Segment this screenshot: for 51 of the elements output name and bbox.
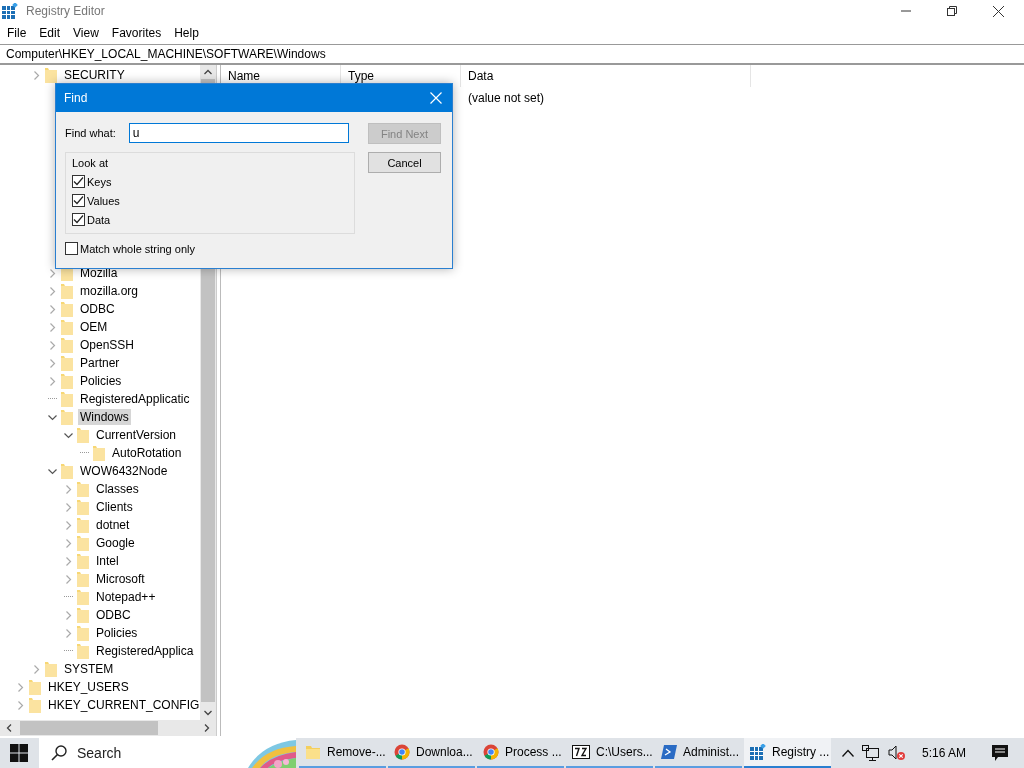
find-what-label: Find what: [65,127,116,139]
tree-item[interactable]: Clients [94,499,135,515]
tree-item[interactable]: mozilla.org [78,283,141,299]
tree-item[interactable]: Notepad++ [94,589,158,605]
menu-item[interactable]: File [7,26,27,40]
checkbox-label: Keys [87,175,112,188]
tree-item[interactable]: OpenSSH [78,337,137,353]
taskbar-button[interactable]: Registry ... [744,738,831,768]
taskbar-button[interactable]: C:\Users... [566,738,653,768]
find-what-field[interactable]: u [128,123,349,143]
tree-item[interactable]: CurrentVersion [94,427,179,443]
tree-item[interactable]: Windows [78,409,131,425]
tree-item[interactable]: RegisteredApplica [94,643,196,659]
tree-item[interactable]: Classes [94,481,141,497]
tree-item[interactable]: OEM [78,319,110,335]
search-field[interactable]: Search [39,738,296,768]
tree-item[interactable]: SYSTEM [62,661,116,677]
tree-item[interactable]: WOW6432Node [78,463,170,479]
menu-item[interactable]: View [73,26,99,40]
tree-item[interactable]: ODBC [94,607,133,623]
tree-item[interactable]: HKEY_USERS [46,679,131,695]
menu-item[interactable]: Help [174,26,199,40]
address-bar[interactable]: Computer\HKEY_LOCAL_MACHINE\SOFTWARE\Windows [0,44,1024,65]
tree-item[interactable]: SECURITY [62,67,127,83]
window-title: Registry Editor [26,4,105,18]
taskbar-button[interactable]: Process ... [477,738,564,768]
tree-item[interactable]: RegisteredApplicatic [78,391,192,407]
dialog-title: Find [64,91,88,105]
taskbar-button[interactable]: Downloa... [388,738,475,768]
group-label: Look at [72,157,110,169]
tree-item[interactable]: dotnet [94,517,132,533]
tree-item[interactable]: AutoRotation [110,445,184,461]
tree-item[interactable]: ODBC [78,301,117,317]
checkbox-label: Values [87,194,120,207]
column-header[interactable]: Data [461,65,751,87]
checkbox-label: Match whole string only [80,242,195,255]
clock[interactable]: 5:16 AM [921,746,966,760]
table-cell: (value not set) [468,91,545,105]
tree-item[interactable]: Google [94,535,137,551]
tree-item[interactable]: Partner [78,355,122,371]
menu-item[interactable]: Favorites [111,26,162,40]
tree-item[interactable]: Microsoft [94,571,147,587]
tree-item[interactable]: Policies [78,373,124,389]
taskbar-button[interactable]: Administ... [655,738,742,768]
tree-item[interactable]: Intel [94,553,121,569]
dialog-button[interactable]: Cancel [368,152,441,173]
taskbar-button[interactable]: Remove-... [299,738,386,768]
menu-item[interactable]: Edit [39,26,61,40]
tree-item[interactable]: HKEY_CURRENT_CONFIG [46,697,200,713]
checkbox-label: Data [87,213,111,226]
tree-item[interactable]: Policies [94,625,140,641]
